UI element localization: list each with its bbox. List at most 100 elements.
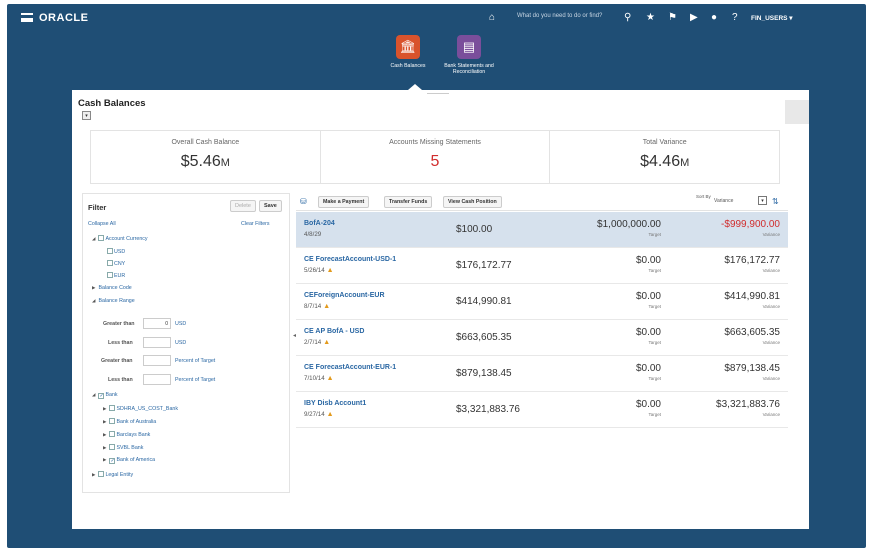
save-button[interactable]: Save: [259, 200, 282, 212]
balance-amount: $663,605.35: [456, 332, 512, 343]
account-name[interactable]: CEForeignAccount-EUR: [304, 292, 385, 299]
account-name[interactable]: CE AP BofA - USD: [304, 328, 364, 335]
bank-option[interactable]: ▶ SDHRA_US_COST_Bank: [103, 405, 178, 412]
side-panel-tab[interactable]: [785, 100, 809, 124]
search-icon[interactable]: ⚲: [624, 12, 631, 24]
variance-amount: $414,990.81: [724, 291, 780, 302]
target-label: Target: [648, 304, 661, 309]
statement-date: 9/27/14 ▲: [304, 411, 334, 418]
notifications-icon[interactable]: ●: [711, 12, 717, 24]
global-header: ORACLE ⌂ What do you need to do or find?…: [7, 4, 866, 32]
statement-date: 7/10/14 ▲: [304, 375, 334, 382]
collapse-all-link[interactable]: Collapse All: [88, 221, 116, 227]
legal-entity-node[interactable]: ▶ Legal Entity: [92, 471, 133, 478]
sort-by-label: Sort By: [696, 194, 711, 199]
statement-date: 4/8/29: [304, 231, 322, 238]
less-than-input[interactable]: [143, 337, 171, 348]
view-cash-position-button[interactable]: View Cash Position: [443, 196, 502, 208]
sort-order-icon[interactable]: ⇅: [772, 196, 779, 208]
springboard-label: Cash Balances: [390, 63, 426, 69]
less-than-percent-input[interactable]: [143, 374, 171, 385]
springboard-label: Bank Statements and Reconciliation: [444, 63, 494, 75]
transfer-funds-button[interactable]: Transfer Funds: [384, 196, 433, 208]
balance-range-node[interactable]: ◢ Balance Range: [92, 298, 135, 304]
bank-option[interactable]: ▶ SVBL Bank: [103, 444, 143, 451]
menu-icon[interactable]: [21, 13, 33, 22]
statement-date: 8/7/14 ▲: [304, 303, 331, 310]
target-amount: $0.00: [635, 327, 661, 338]
results-toolbar: ⛁ Make a Payment Transfer Funds View Cas…: [296, 193, 788, 211]
balance-amount: $414,990.81: [456, 296, 512, 307]
account-row[interactable]: CE ForecastAccount-EUR-1 7/10/14 ▲ $879,1…: [296, 356, 788, 392]
make-payment-button[interactable]: Make a Payment: [318, 196, 370, 208]
greater-than-label: Greater than: [103, 321, 135, 327]
statement-date: 5/26/14 ▲: [304, 267, 334, 274]
greater-than-input[interactable]: 0: [143, 318, 171, 329]
bank-option[interactable]: ▶ Barclays Bank: [103, 431, 150, 438]
user-menu[interactable]: FIN_USERS ▾: [751, 14, 793, 22]
tile-value: $5.46M: [180, 153, 230, 170]
account-row[interactable]: CE AP BofA - USD 2/7/14 ▲ $663,605.35 $0.…: [296, 320, 788, 356]
sort-dropdown-icon[interactable]: ▾: [758, 196, 767, 205]
target-amount: $0.00: [635, 255, 661, 266]
springboard-cash-balances[interactable]: 🏛 Cash Balances: [378, 35, 438, 69]
statement-icon: ▤: [457, 35, 481, 59]
variance-label: Variance: [762, 304, 780, 309]
watchlist-icon[interactable]: ▶: [690, 12, 698, 24]
balance-amount: $879,138.45: [456, 368, 512, 379]
account-row[interactable]: IBY Disb Account1 9/27/14 ▲ $3,321,883.76…: [296, 392, 788, 428]
flag-icon[interactable]: ⚑: [668, 12, 677, 24]
bank-option[interactable]: ▶ Bank of Australia: [103, 418, 156, 425]
warning-icon: ▲: [326, 375, 334, 382]
accounts-missing-statements-tile[interactable]: Accounts Missing Statements 5: [321, 131, 551, 183]
springboard-bank-statements[interactable]: ▤ Bank Statements and Reconciliation: [439, 35, 499, 75]
filter-panel: Filter Delete Save Collapse All Clear Fi…: [82, 193, 290, 493]
oracle-logo: ORACLE: [39, 12, 89, 24]
favorites-star-icon[interactable]: ★: [646, 12, 655, 24]
drag-handle[interactable]: [427, 93, 449, 94]
variance-label: Variance: [762, 340, 780, 345]
account-row[interactable]: CE ForecastAccount-USD-1 5/26/14 ▲ $176,1…: [296, 248, 788, 284]
warning-icon: ▲: [326, 267, 334, 274]
percent-of-target-unit: Percent of Target: [175, 358, 216, 364]
delete-button[interactable]: Delete: [230, 200, 256, 212]
filter-title: Filter: [88, 203, 107, 212]
tile-value: 5: [430, 153, 440, 170]
summary-bar: Overall Cash Balance $5.46M Accounts Mis…: [90, 130, 780, 184]
account-name[interactable]: CE ForecastAccount-USD-1: [304, 256, 396, 263]
total-variance-tile[interactable]: Total Variance $4.46M: [550, 131, 779, 183]
account-name[interactable]: BofA-204: [304, 220, 335, 227]
title-dropdown-button[interactable]: ▾: [82, 111, 91, 120]
greater-than-percent-input[interactable]: [143, 355, 171, 366]
overall-cash-balance-tile[interactable]: Overall Cash Balance $5.46M: [91, 131, 321, 183]
variance-amount: $3,321,883.76: [716, 399, 780, 410]
target-label: Target: [648, 268, 661, 273]
balance-amount: $100.00: [456, 224, 493, 235]
home-icon[interactable]: ⌂: [489, 12, 495, 24]
target-amount: $0.00: [635, 363, 661, 374]
sort-by-select[interactable]: Variance: [714, 198, 733, 204]
account-name[interactable]: CE ForecastAccount-EUR-1: [304, 364, 396, 371]
clear-filters-link[interactable]: Clear Filters: [241, 221, 270, 227]
help-icon[interactable]: ?: [732, 12, 738, 24]
account-currency-node[interactable]: ◢ Account Currency: [92, 235, 148, 242]
currency-usd-option[interactable]: USD: [107, 248, 125, 255]
account-row[interactable]: CEForeignAccount-EUR 8/7/14 ▲ $414,990.81…: [296, 284, 788, 320]
bank-option[interactable]: ▶ ✓ Bank of America: [103, 457, 155, 464]
target-label: Target: [648, 412, 661, 417]
warning-icon: ▲: [323, 339, 331, 346]
target-amount: $0.00: [635, 291, 661, 302]
target-label: Target: [648, 376, 661, 381]
bank-account-icon[interactable]: ⛁: [300, 196, 307, 208]
account-name[interactable]: IBY Disb Account1: [304, 400, 366, 407]
variance-label: Variance: [762, 412, 780, 417]
currency-cny-option[interactable]: CNY: [107, 260, 125, 267]
bank-node[interactable]: ◢ ✓ Bank: [92, 392, 118, 399]
tile-value: $4.46M: [640, 153, 690, 170]
balance-code-node[interactable]: ▶ Balance Code: [92, 285, 132, 291]
account-row[interactable]: BofA-204 4/8/29 $100.00 $1,000,000.00 Ta…: [296, 212, 788, 248]
target-amount: $1,000,000.00: [597, 219, 661, 230]
search-hint[interactable]: What do you need to do or find?: [517, 13, 602, 19]
target-amount: $0.00: [635, 399, 661, 410]
currency-eur-option[interactable]: EUR: [107, 272, 125, 279]
